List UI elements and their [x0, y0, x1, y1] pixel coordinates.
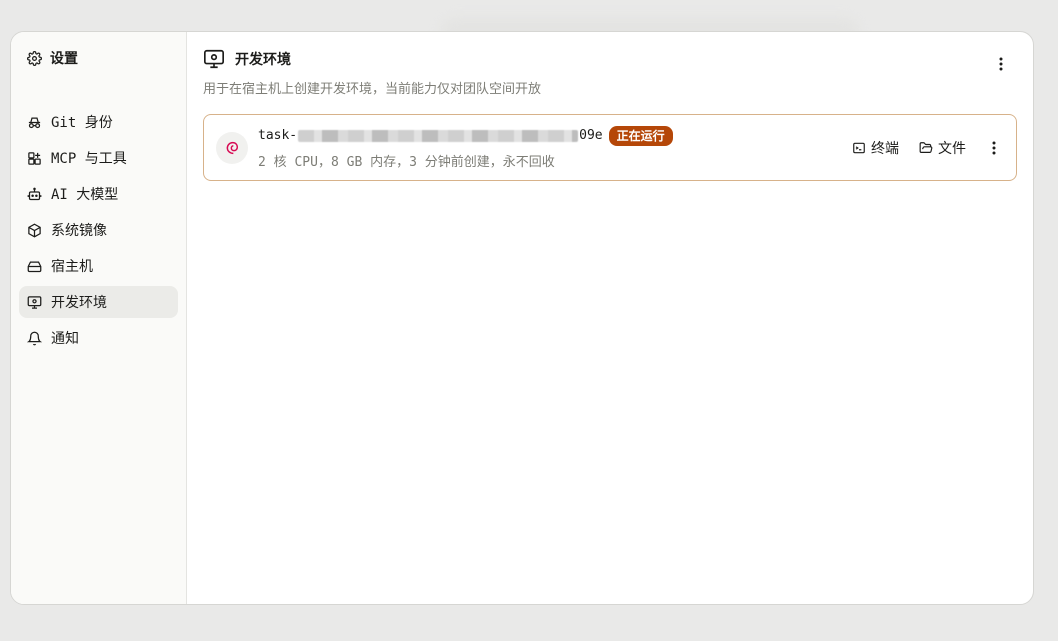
more-vertical-icon — [992, 141, 996, 154]
sidebar: 设置 Git 身份 MCP 与工具 AI 大模型 系统镜像 宿主机 开发环境 通… — [11, 32, 187, 604]
debian-icon — [216, 131, 248, 164]
sidebar-item-system-images[interactable]: 系统镜像 — [19, 214, 178, 246]
environment-actions: 终端 文件 — [852, 115, 1002, 180]
environment-card[interactable]: task- 09e 正在运行 2 核 CPU，8 GB 内存，3 分钟前创建，永不… — [203, 114, 1017, 181]
robot-icon — [27, 187, 42, 200]
sidebar-item-label: 通知 — [51, 331, 79, 347]
sidebar-item-ai-models[interactable]: AI 大模型 — [19, 178, 178, 210]
environment-more-button[interactable] — [986, 138, 1002, 158]
hard-drive-icon — [27, 261, 42, 272]
sidebar-item-git-identity[interactable]: Git 身份 — [19, 106, 178, 138]
sidebar-item-label: 宿主机 — [51, 259, 93, 275]
page-subtitle: 用于在宿主机上创建开发环境，当前能力仅对团队空间开放 — [203, 82, 542, 97]
environment-name: task- 09e — [258, 128, 603, 143]
gear-icon — [27, 50, 42, 66]
sidebar-item-label: AI 大模型 — [51, 187, 119, 203]
sidebar-item-label: MCP 与工具 — [51, 151, 127, 167]
sidebar-item-label: 开发环境 — [51, 295, 107, 311]
terminal-button[interactable]: 终端 — [852, 138, 899, 158]
sidebar-item-dev-environments[interactable]: 开发环境 — [19, 286, 178, 318]
redacted-id — [298, 129, 579, 142]
bell-icon — [27, 331, 42, 345]
page-more-button[interactable] — [991, 54, 1011, 74]
main-content: 开发环境 用于在宿主机上创建开发环境，当前能力仅对团队空间开放 task- 09e… — [187, 32, 1033, 604]
environment-name-row: task- 09e 正在运行 — [258, 125, 673, 146]
sidebar-item-mcp-tools[interactable]: MCP 与工具 — [19, 142, 178, 174]
page-header: 开发环境 — [203, 48, 1017, 70]
sidebar-title: 设置 — [50, 51, 78, 67]
terminal-label: 终端 — [871, 140, 899, 157]
terminal-icon — [853, 142, 865, 153]
sidebar-item-notifications[interactable]: 通知 — [19, 322, 178, 354]
files-label: 文件 — [938, 140, 966, 157]
monitor-icon — [27, 295, 42, 309]
incognito-icon — [28, 117, 41, 128]
status-badge: 正在运行 — [608, 125, 673, 146]
puzzle-icon — [28, 151, 41, 165]
page-title: 开发环境 — [235, 52, 291, 68]
sidebar-header: 设置 — [19, 48, 178, 68]
sidebar-item-label: 系统镜像 — [51, 223, 107, 239]
sidebar-item-hosts[interactable]: 宿主机 — [19, 250, 178, 282]
files-button[interactable]: 文件 — [919, 138, 966, 158]
cube-icon — [28, 223, 41, 237]
more-vertical-icon — [999, 57, 1003, 71]
environment-info: task- 09e 正在运行 2 核 CPU，8 GB 内存，3 分钟前创建，永不… — [258, 125, 673, 170]
sidebar-item-label: Git 身份 — [51, 115, 113, 131]
environment-name-prefix: task- — [258, 128, 298, 143]
folder-open-icon — [919, 141, 933, 153]
sidebar-nav: Git 身份 MCP 与工具 AI 大模型 系统镜像 宿主机 开发环境 通知 — [19, 106, 178, 354]
settings-panel: 设置 Git 身份 MCP 与工具 AI 大模型 系统镜像 宿主机 开发环境 通… — [10, 31, 1034, 605]
environment-meta: 2 核 CPU，8 GB 内存，3 分钟前创建，永不回收 — [258, 154, 555, 170]
environment-name-suffix: 09e — [579, 128, 603, 143]
monitor-icon — [204, 49, 224, 69]
